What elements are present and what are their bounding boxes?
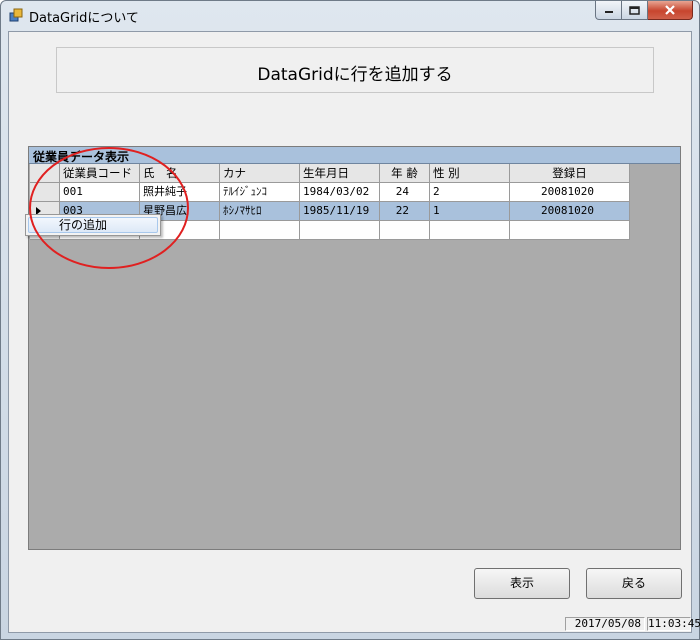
table-cell[interactable]: ﾎｼﾉﾏｻﾋﾛ <box>220 202 300 221</box>
table-cell[interactable]: ﾃﾙｲｼﾞｭﾝｺ <box>220 183 300 202</box>
maximize-icon <box>629 5 640 15</box>
column-header[interactable]: 性 別 <box>430 164 510 183</box>
window-title: DataGridについて <box>29 11 139 26</box>
close-button[interactable] <box>648 1 693 20</box>
table-cell[interactable]: 1984/03/02 <box>300 183 380 202</box>
table-cell[interactable]: 2 <box>430 183 510 202</box>
table-cell[interactable]: 20081020 <box>510 183 630 202</box>
app-window: DataGridについて DataGridに行を追加する 従業員データ表示 従業… <box>0 0 700 640</box>
table-cell[interactable] <box>220 221 300 240</box>
table-cell[interactable]: 20081020 <box>510 202 630 221</box>
annotation-ellipse <box>29 147 189 269</box>
form-client-area: DataGridに行を追加する 従業員データ表示 従業員コード 氏 名 カナ 生… <box>8 31 700 633</box>
status-date: 2017/05/08 <box>565 617 645 631</box>
status-time: 11:03:45 <box>647 617 700 631</box>
column-header[interactable]: カナ <box>220 164 300 183</box>
table-cell[interactable] <box>510 221 630 240</box>
table-cell[interactable] <box>300 221 380 240</box>
table-cell[interactable] <box>380 221 430 240</box>
minimize-icon <box>604 11 613 13</box>
table-cell[interactable]: 24 <box>380 183 430 202</box>
back-button[interactable]: 戻る <box>586 568 682 599</box>
show-button[interactable]: 表示 <box>474 568 570 599</box>
column-header[interactable]: 生年月日 <box>300 164 380 183</box>
column-header[interactable]: 年 齢 <box>380 164 430 183</box>
header-panel: DataGridに行を追加する <box>56 47 654 93</box>
status-bar: 2017/05/08 11:03:45 <box>9 616 700 632</box>
table-cell[interactable]: 22 <box>380 202 430 221</box>
app-window-icon <box>9 8 23 22</box>
table-cell[interactable]: 1985/11/19 <box>300 202 380 221</box>
table-cell[interactable]: 1 <box>430 202 510 221</box>
title-bar[interactable]: DataGridについて <box>1 1 699 31</box>
table-cell[interactable] <box>430 221 510 240</box>
maximize-button[interactable] <box>622 1 648 20</box>
caption-buttons <box>595 1 693 21</box>
page-title: DataGridに行を追加する <box>257 65 453 85</box>
column-header[interactable]: 登録日 <box>510 164 630 183</box>
minimize-button[interactable] <box>595 1 622 20</box>
close-icon <box>665 5 675 15</box>
